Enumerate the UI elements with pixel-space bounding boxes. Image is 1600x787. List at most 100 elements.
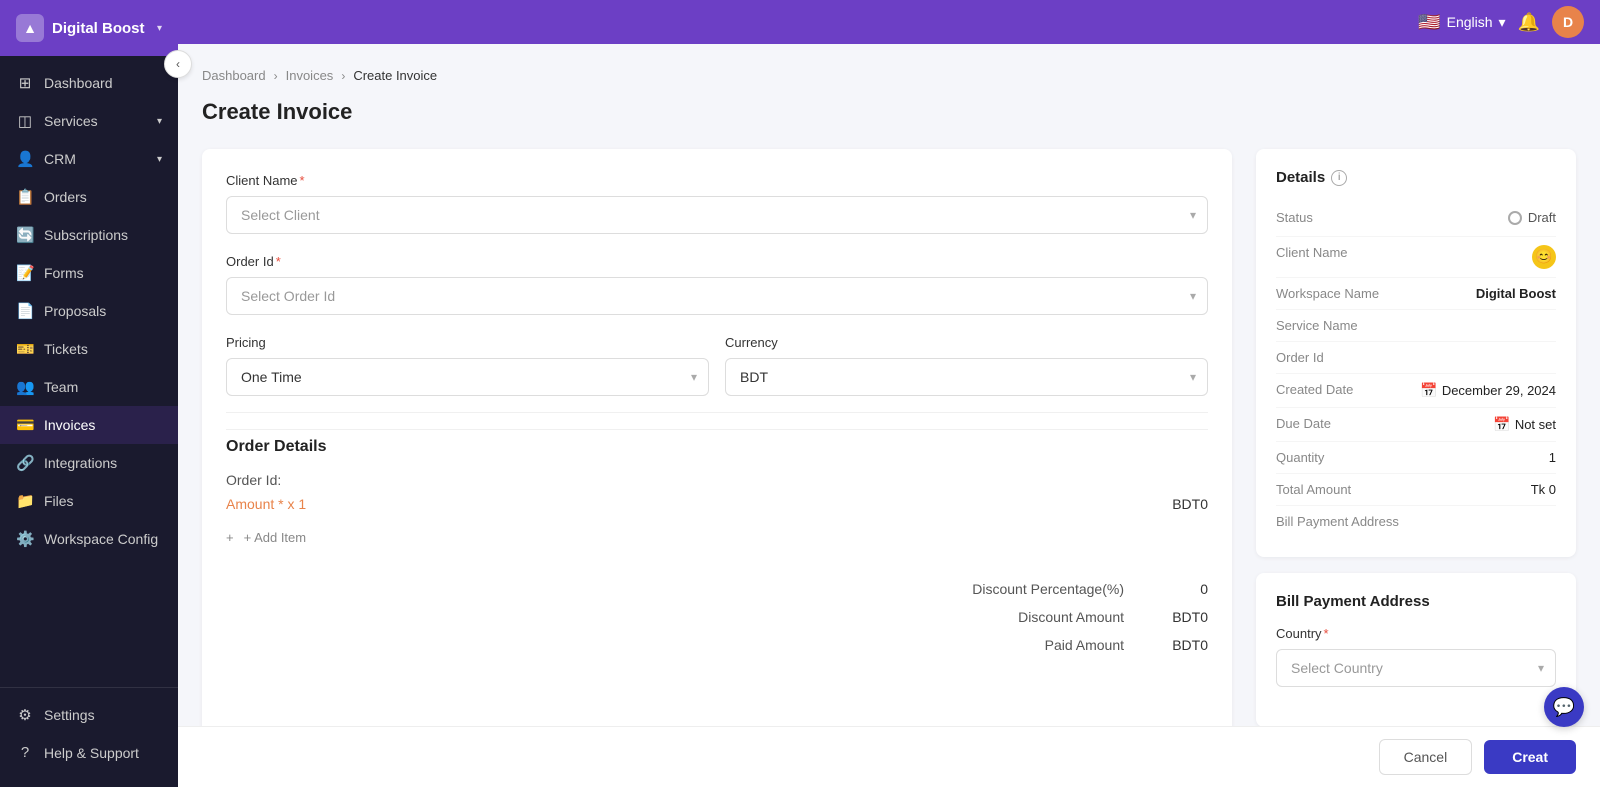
sidebar-item-label: Dashboard xyxy=(44,75,113,91)
language-selector[interactable]: 🇺🇸 English ▾ xyxy=(1418,12,1505,33)
sidebar-item-services[interactable]: ◫ Services ▾ xyxy=(0,102,178,140)
sidebar-item-label: Proposals xyxy=(44,303,106,319)
sidebar-item-orders[interactable]: 📋 Orders xyxy=(0,178,178,216)
sidebar-item-proposals[interactable]: 📄 Proposals xyxy=(0,292,178,330)
currency-select-wrapper: BDT ▾ xyxy=(725,358,1208,396)
help-icon: ? xyxy=(16,744,34,761)
order-id-label: Order Id* xyxy=(226,254,1208,269)
sidebar-item-team[interactable]: 👥 Team xyxy=(0,368,178,406)
cancel-button[interactable]: Cancel xyxy=(1379,739,1473,775)
order-id-select[interactable]: Select Order Id xyxy=(226,277,1208,315)
country-select[interactable]: Select Country xyxy=(1276,649,1556,687)
sidebar-item-label: Settings xyxy=(44,707,95,723)
detail-quantity: Quantity 1 xyxy=(1276,442,1556,474)
sidebar-item-invoices[interactable]: 💳 Invoices xyxy=(0,406,178,444)
total-amount-value: Tk 0 xyxy=(1531,482,1556,497)
sidebar-item-label: Files xyxy=(44,493,74,509)
sidebar-item-dashboard[interactable]: ⊞ Dashboard xyxy=(0,64,178,102)
quantity-value: 1 xyxy=(1549,450,1556,465)
discount-amount-label: Discount Amount xyxy=(924,609,1124,625)
bill-payment-title: Bill Payment Address xyxy=(1276,593,1556,610)
sidebar: ▲ Digital Boost ▾ ⊞ Dashboard ◫ Services… xyxy=(0,0,178,787)
detail-service: Service Name xyxy=(1276,310,1556,342)
orders-icon: 📋 xyxy=(16,188,34,206)
sidebar-item-workspace-config[interactable]: ⚙️ Workspace Config xyxy=(0,520,178,558)
currency-select[interactable]: BDT xyxy=(725,358,1208,396)
sidebar-item-tickets[interactable]: 🎫 Tickets xyxy=(0,330,178,368)
breadcrumb: Dashboard › Invoices › Create Invoice xyxy=(202,68,1576,83)
calendar-icon: 📅 xyxy=(1420,382,1437,399)
sidebar-item-forms[interactable]: 📝 Forms xyxy=(0,254,178,292)
brand-chevron-icon: ▾ xyxy=(157,23,162,34)
created-date-key: Created Date xyxy=(1276,382,1353,397)
integrations-icon: 🔗 xyxy=(16,454,34,472)
sidebar-item-settings[interactable]: ⚙ Settings xyxy=(0,696,178,734)
dashboard-icon: ⊞ xyxy=(16,74,34,92)
sidebar-item-label: Invoices xyxy=(44,417,95,433)
sidebar-item-label: CRM xyxy=(44,151,76,167)
order-id-key: Order Id xyxy=(1276,350,1324,365)
sidebar-item-files[interactable]: 📁 Files xyxy=(0,482,178,520)
sidebar-collapse-button[interactable]: ‹ xyxy=(164,50,192,78)
services-icon: ◫ xyxy=(16,112,34,130)
paid-amount-label: Paid Amount xyxy=(924,637,1124,653)
amount-label: Amount * x 1 xyxy=(226,496,306,512)
country-group: Country* Select Country ▾ xyxy=(1276,626,1556,687)
brand-name: Digital Boost xyxy=(52,20,149,37)
sidebar-bottom: ⚙ Settings ? Help & Support xyxy=(0,687,178,787)
sidebar-item-label: Workspace Config xyxy=(44,531,158,547)
add-item-button[interactable]: + + Add Item xyxy=(226,524,306,551)
sidebar-item-label: Subscriptions xyxy=(44,227,128,243)
amount-value: BDT0 xyxy=(1172,496,1208,512)
team-icon: 👥 xyxy=(16,378,34,396)
sidebar-item-label: Services xyxy=(44,113,98,129)
sidebar-item-help[interactable]: ? Help & Support xyxy=(0,734,178,771)
breadcrumb-sep-1: › xyxy=(274,69,278,83)
detail-order-id: Order Id xyxy=(1276,342,1556,374)
discount-percentage-label: Discount Percentage(%) xyxy=(924,581,1124,597)
client-name-key: Client Name xyxy=(1276,245,1348,260)
sidebar-item-crm[interactable]: 👤 CRM ▾ xyxy=(0,140,178,178)
detail-workspace: Workspace Name Digital Boost xyxy=(1276,278,1556,310)
chat-widget-button[interactable]: 💬 xyxy=(1544,687,1584,727)
discount-amount-value: BDT0 xyxy=(1148,609,1208,625)
due-date-key: Due Date xyxy=(1276,416,1331,431)
detail-status: Status Draft xyxy=(1276,202,1556,237)
order-id-row-label: Order Id: xyxy=(226,472,281,488)
workspace-config-icon: ⚙️ xyxy=(16,530,34,548)
workspace-value: Digital Boost xyxy=(1476,286,1556,301)
sidebar-item-label: Orders xyxy=(44,189,87,205)
order-id-select-wrapper: Select Order Id ▾ xyxy=(226,277,1208,315)
user-avatar[interactable]: D xyxy=(1552,6,1584,38)
total-amount-key: Total Amount xyxy=(1276,482,1351,497)
pricing-col: Pricing One Time ▾ xyxy=(226,335,709,396)
sidebar-item-label: Help & Support xyxy=(44,745,139,761)
detail-created-date: Created Date 📅 December 29, 2024 xyxy=(1276,374,1556,408)
detail-client-name: Client Name 😊 xyxy=(1276,237,1556,278)
main-content: Dashboard › Invoices › Create Invoice Cr… xyxy=(178,44,1600,787)
detail-total-amount: Total Amount Tk 0 xyxy=(1276,474,1556,506)
pricing-select[interactable]: One Time xyxy=(226,358,709,396)
notification-bell-button[interactable]: 🔔 xyxy=(1518,12,1540,33)
create-button[interactable]: Creat xyxy=(1484,740,1576,774)
sidebar-item-subscriptions[interactable]: 🔄 Subscriptions xyxy=(0,216,178,254)
status-value: Draft xyxy=(1508,210,1556,228)
workspace-key: Workspace Name xyxy=(1276,286,1379,301)
brand-icon: ▲ xyxy=(16,14,44,42)
paid-amount-value: BDT0 xyxy=(1148,637,1208,653)
breadcrumb-dashboard[interactable]: Dashboard xyxy=(202,68,266,83)
pricing-label: Pricing xyxy=(226,335,709,350)
plus-icon: + xyxy=(226,530,234,545)
discount-percentage-value: 0 xyxy=(1148,581,1208,597)
quantity-key: Quantity xyxy=(1276,450,1324,465)
breadcrumb-invoices[interactable]: Invoices xyxy=(286,68,334,83)
currency-col: Currency BDT ▾ xyxy=(725,335,1208,396)
client-name-select[interactable]: Select Client xyxy=(226,196,1208,234)
sidebar-item-integrations[interactable]: 🔗 Integrations xyxy=(0,444,178,482)
status-key: Status xyxy=(1276,210,1313,225)
brand-logo[interactable]: ▲ Digital Boost ▾ xyxy=(0,0,178,56)
sidebar-item-label: Team xyxy=(44,379,78,395)
client-avatar: 😊 xyxy=(1532,245,1556,269)
discount-percentage-row: Discount Percentage(%) 0 xyxy=(226,575,1208,603)
breadcrumb-sep-2: › xyxy=(341,69,345,83)
